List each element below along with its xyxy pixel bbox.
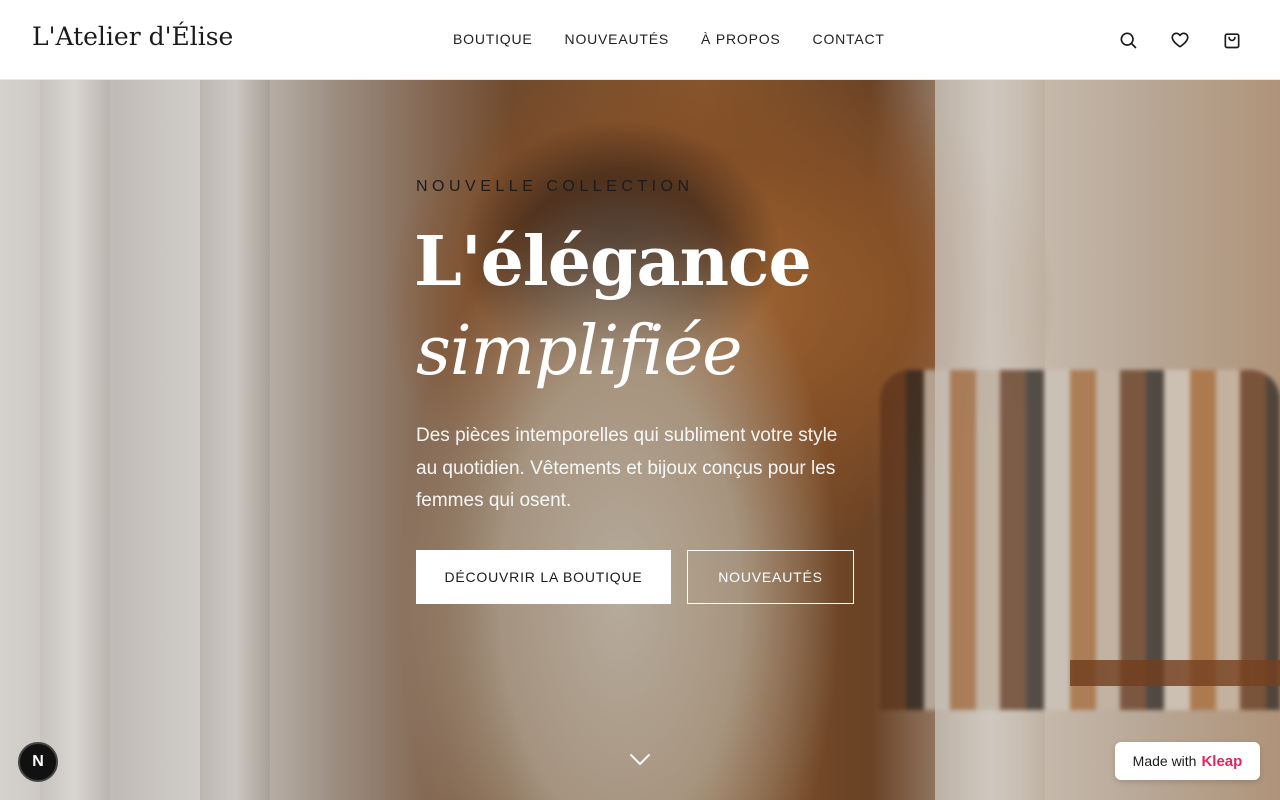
shopping-bag-icon bbox=[1224, 33, 1240, 49]
cart-button[interactable] bbox=[1212, 20, 1252, 60]
nav-link-nouveautes[interactable]: NOUVEAUTÉS bbox=[565, 31, 669, 47]
discover-shop-button[interactable]: DÉCOUVRIR LA BOUTIQUE bbox=[416, 550, 671, 604]
heart-icon bbox=[1171, 32, 1189, 48]
framework-badge[interactable]: N bbox=[18, 742, 58, 782]
search-button[interactable] bbox=[1108, 20, 1148, 60]
site-logo[interactable]: L'Atelier d'Élise bbox=[32, 22, 233, 51]
hero-eyebrow: NOUVELLE COLLECTION bbox=[416, 178, 694, 195]
search-icon bbox=[1120, 32, 1137, 49]
nav-link-boutique[interactable]: BOUTIQUE bbox=[453, 31, 533, 47]
made-with-kleap-badge[interactable]: Made with Kleap bbox=[1115, 742, 1260, 780]
site-header: L'Atelier d'Élise BOUTIQUE NOUVEAUTÉS À … bbox=[0, 0, 1280, 80]
new-arrivals-button[interactable]: NOUVEAUTÉS bbox=[687, 550, 854, 604]
hero-title-line2: simplifiée bbox=[416, 312, 743, 391]
kleap-brand-label: Kleap bbox=[1201, 752, 1243, 770]
wishlist-button[interactable] bbox=[1160, 20, 1200, 60]
chevron-down-icon bbox=[630, 754, 650, 765]
nav-link-a-propos[interactable]: À PROPOS bbox=[701, 31, 781, 47]
scroll-down-button[interactable] bbox=[628, 750, 652, 770]
hero-description: Des pièces intemporelles qui subliment v… bbox=[416, 425, 838, 511]
nav-link-contact[interactable]: CONTACT bbox=[813, 31, 885, 47]
made-with-label: Made with bbox=[1132, 753, 1197, 769]
hero-title-line1: L'élégance bbox=[414, 222, 812, 302]
header-actions bbox=[1108, 20, 1252, 60]
main-nav: BOUTIQUE NOUVEAUTÉS À PROPOS CONTACT bbox=[453, 31, 885, 47]
